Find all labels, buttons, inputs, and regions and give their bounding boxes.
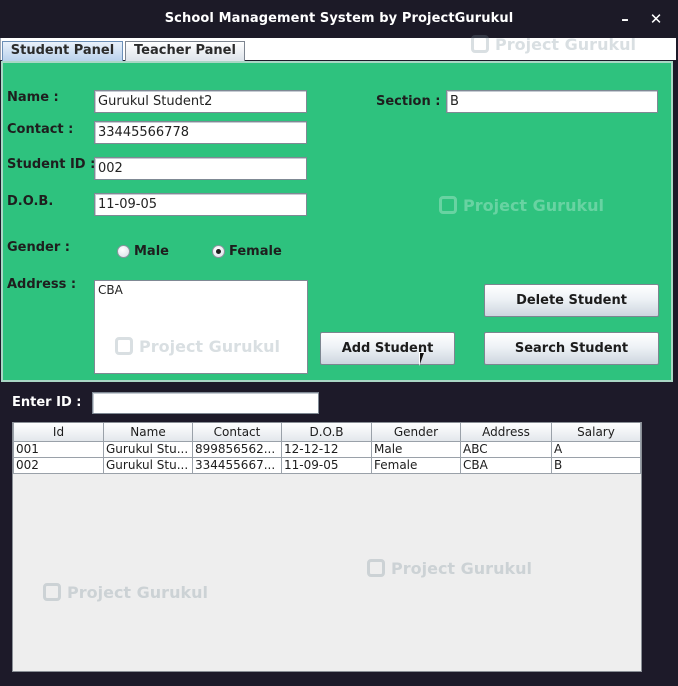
dob-label: D.O.B. (7, 194, 54, 209)
gender-female-radio[interactable] (212, 245, 225, 258)
watermark-logo-icon (367, 559, 385, 577)
gender-male-radio[interactable] (117, 245, 130, 258)
name-field[interactable] (94, 90, 307, 113)
watermark-logo-icon (43, 583, 61, 601)
column-header-contact[interactable]: Contact (192, 423, 282, 442)
table-cell[interactable]: 001 (13, 440, 104, 458)
gender-male-label[interactable]: Male (134, 244, 169, 259)
watermark-logo-icon (115, 337, 133, 355)
table-row[interactable]: 002 Gurukul Stu... 334455667... 11-09-05… (13, 456, 641, 474)
watermark: Project Gurukul (367, 559, 532, 578)
column-header-dob[interactable]: D.O.B (281, 423, 372, 442)
contact-label: Contact : (7, 122, 74, 137)
address-label: Address : (7, 277, 77, 292)
close-icon[interactable]: ✕ (645, 8, 667, 30)
table-cell[interactable]: Gurukul Stu... (103, 456, 193, 474)
search-student-button[interactable]: Search Student (484, 332, 659, 365)
table-cell[interactable]: CBA (460, 456, 552, 474)
enter-id-field[interactable] (92, 392, 319, 414)
column-header-salary[interactable]: Salary (551, 423, 641, 442)
tab-student-panel[interactable]: Student Panel (2, 41, 123, 61)
watermark: Project Gurukul (471, 35, 636, 54)
watermark: Project Gurukul (115, 337, 280, 356)
enter-id-label: Enter ID : (12, 395, 82, 410)
tab-teacher-panel[interactable]: Teacher Panel (125, 41, 245, 61)
column-header-name[interactable]: Name (103, 423, 193, 442)
table-cell[interactable]: Male (371, 440, 461, 458)
contact-field[interactable] (94, 121, 307, 144)
table-cell[interactable]: B (551, 456, 641, 474)
window-title: School Management System by ProjectGuruk… (164, 11, 514, 26)
delete-student-button[interactable]: Delete Student (484, 284, 659, 317)
gender-female-label[interactable]: Female (229, 244, 282, 259)
table-cell[interactable]: Female (371, 456, 461, 474)
student-id-field[interactable] (94, 157, 307, 180)
student-id-label: Student ID : (7, 157, 96, 172)
table-cell[interactable]: ABC (460, 440, 552, 458)
table-cell[interactable]: 11-09-05 (281, 456, 372, 474)
column-header-gender[interactable]: Gender (371, 423, 461, 442)
watermark-logo-icon (471, 35, 489, 53)
mouse-pointer-icon (419, 352, 431, 366)
table-row[interactable]: 001 Gurukul Stu... 899856562... 12-12-12… (13, 440, 641, 458)
section-label: Section : (376, 94, 441, 109)
name-label: Name : (7, 90, 59, 105)
column-header-id[interactable]: Id (13, 423, 104, 442)
table-cell[interactable]: 334455667... (192, 456, 282, 474)
table-cell[interactable]: Gurukul Stu... (103, 440, 193, 458)
watermark: Project Gurukul (43, 583, 208, 602)
table-cell[interactable]: A (551, 440, 641, 458)
title-bar: School Management System by ProjectGuruk… (0, 0, 678, 38)
gender-label: Gender : (7, 240, 71, 255)
add-student-button[interactable]: Add Student (320, 332, 455, 365)
watermark: Project Gurukul (439, 196, 604, 215)
address-text: CBA (98, 283, 123, 297)
column-header-address[interactable]: Address (460, 423, 552, 442)
minimize-icon[interactable]: – (614, 8, 636, 30)
watermark-logo-icon (439, 196, 457, 214)
address-textarea[interactable]: CBA Project Gurukul (94, 280, 308, 374)
table-cell[interactable]: 12-12-12 (281, 440, 372, 458)
section-field[interactable] (446, 90, 658, 113)
table-header-row: Id Name Contact D.O.B Gender Address Sal… (13, 423, 641, 442)
student-table: Id Name Contact D.O.B Gender Address Sal… (12, 422, 642, 672)
table-cell[interactable]: 899856562... (192, 440, 282, 458)
dob-field[interactable] (94, 193, 307, 216)
table-cell[interactable]: 002 (13, 456, 104, 474)
